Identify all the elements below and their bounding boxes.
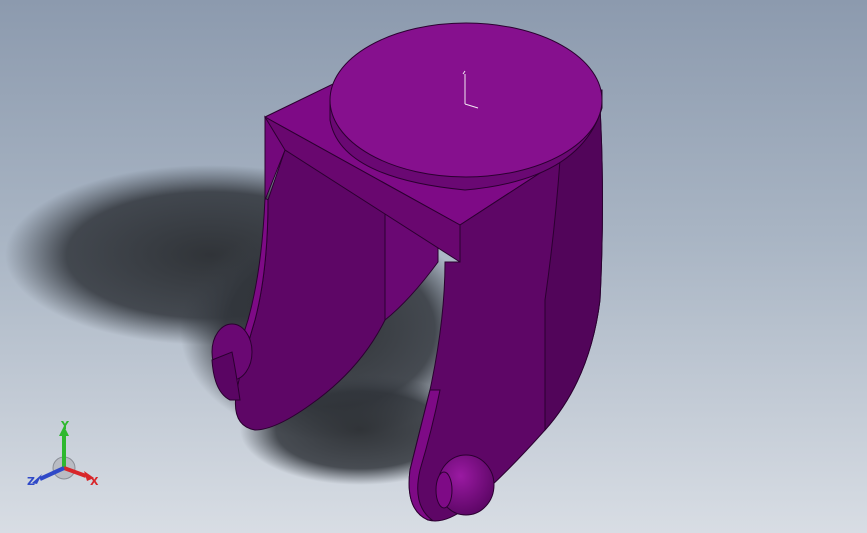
graphics-viewport[interactable]: Y X Z [0, 0, 867, 533]
axis-triad[interactable]: Y X Z [24, 418, 104, 498]
y-axis-label: Y [61, 419, 69, 432]
z-axis-label: Z [27, 475, 35, 488]
3d-model-view[interactable] [0, 0, 867, 533]
x-axis-label: X [90, 475, 99, 488]
